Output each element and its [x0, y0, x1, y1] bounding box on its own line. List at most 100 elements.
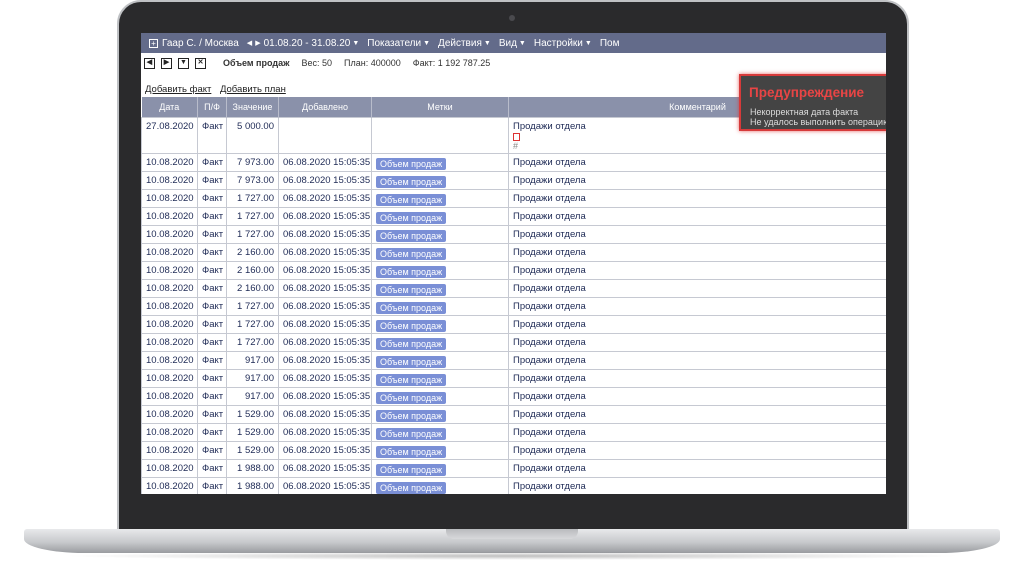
cell-date-text: 10.08.2020 [146, 210, 194, 222]
column-header-value[interactable]: Значение [226, 97, 279, 117]
tag-badge[interactable]: Объем продаж [376, 481, 447, 494]
tag-badge[interactable]: Объем продаж [376, 301, 447, 314]
cell-tags: Объем продаж [371, 170, 509, 190]
table-row[interactable]: 10.08.2020 Факт 1 727.00 06.08.2020 15:05:3… [141, 206, 886, 226]
table-row[interactable]: 10.08.2020 Факт 1 727.00 06.08.2020 15:05:3… [141, 332, 886, 352]
add-plan-link[interactable]: Добавить план [220, 84, 286, 95]
tag-badge[interactable]: Объем продаж [376, 157, 447, 170]
prev-icon[interactable]: ◀ [144, 57, 155, 69]
cell-added: 06.08.2020 15:05:35 [278, 332, 372, 352]
cell-pf-text: Факт [202, 426, 224, 438]
menu-vid[interactable]: Вид ▼ [499, 38, 526, 49]
cell-comment-text: Продажи отдела [513, 444, 586, 456]
tag-badge[interactable]: Объем продаж [376, 283, 447, 296]
hash-icon[interactable]: # [513, 141, 518, 151]
cell-value-text: 2 160.00 [237, 282, 274, 294]
tag-badge[interactable]: Объем продаж [376, 211, 447, 224]
tag-badge[interactable]: Объем продаж [376, 319, 447, 332]
cell-value: 1 529.00 [226, 440, 279, 460]
cell-comment-text: Продажи отдела [513, 426, 586, 438]
cell-comment: Продажи отдела [508, 260, 886, 280]
menu-help[interactable]: Пом [600, 38, 620, 49]
cell-value-text: 1 529.00 [237, 426, 274, 438]
cell-value-text: 2 160.00 [237, 264, 274, 276]
menu-label: Показатели [367, 37, 422, 49]
column-header-pf[interactable]: П/Ф [197, 97, 227, 117]
cell-comment-text: Продажи отдела [513, 264, 586, 276]
cell-tags: Объем продаж [371, 188, 509, 208]
facts-table: Дата П/Ф Значение Добавлено Метки Коммен… [141, 97, 886, 494]
table-row[interactable]: 10.08.2020 Факт 2 160.00 06.08.2020 15:05:3… [141, 278, 886, 298]
cell-pf-text: Факт [202, 336, 224, 348]
cell-comment: Продажи отдела [508, 368, 886, 388]
menu-deistviya[interactable]: Действия ▼ [438, 38, 491, 49]
indicator-toolbar: ◀ ▶ ▼ ✕ Объем продаж Вес: 50 План: 40000… [141, 56, 502, 70]
menu-nastroiki[interactable]: Настройки ▼ [534, 38, 592, 49]
next-icon[interactable]: ▶ [161, 57, 172, 69]
warning-message: Не удалось выполнить операцию [750, 117, 886, 127]
table-row[interactable]: 10.08.2020 Факт 1 727.00 06.08.2020 15:05:3… [141, 224, 886, 244]
tag-badge[interactable]: Объем продаж [376, 445, 447, 458]
arrow-right-icon[interactable]: ▶ [255, 39, 260, 47]
tag-badge[interactable]: Объем продаж [376, 247, 447, 260]
location-menu[interactable]: + Гаар С. / Москва [149, 38, 239, 49]
cell-pf-text: Факт [202, 228, 224, 240]
tag-badge[interactable]: Объем продаж [376, 337, 447, 350]
tag-badge[interactable]: Объем продаж [376, 373, 447, 386]
table-row[interactable]: 10.08.2020 Факт 2 160.00 06.08.2020 15:05:3… [141, 260, 886, 280]
table-row[interactable]: 10.08.2020 Факт 2 160.00 06.08.2020 15:05:3… [141, 242, 886, 262]
table-row[interactable]: 10.08.2020 Факт 7 973.00 06.08.2020 15:05:3… [141, 152, 886, 172]
table-row[interactable]: 10.08.2020 Факт 917.00 06.08.2020 15:05:35 О… [141, 350, 886, 370]
menu-pokazateli[interactable]: Показатели ▼ [367, 38, 430, 49]
tag-badge[interactable]: Объем продаж [376, 265, 447, 278]
document-icon[interactable] [513, 132, 520, 141]
cell-value: 7 973.00 [226, 152, 279, 172]
tag-badge[interactable]: Объем продаж [376, 193, 447, 206]
column-header-date[interactable]: Дата [141, 97, 198, 117]
tag-badge[interactable]: Объем продаж [376, 409, 447, 422]
table-row[interactable]: 10.08.2020 Факт 1 529.00 06.08.2020 15:05:3… [141, 422, 886, 442]
cell-date-text: 10.08.2020 [146, 156, 194, 168]
cell-value-text: 7 973.00 [237, 156, 274, 168]
cell-value: 917.00 [226, 368, 279, 388]
cell-pf: Факт [197, 332, 227, 352]
arrow-left-icon[interactable]: ◀ [247, 39, 252, 47]
cell-added: 06.08.2020 15:05:35 [278, 152, 372, 172]
table-row[interactable]: 10.08.2020 Факт 7 973.00 06.08.2020 15:05:3… [141, 170, 886, 190]
tag-badge[interactable]: Объем продаж [376, 427, 447, 440]
tag-badge[interactable]: Объем продаж [376, 391, 447, 404]
cell-date-text: 10.08.2020 [146, 336, 194, 348]
column-header-added[interactable]: Добавлено [278, 97, 372, 117]
cell-date-text: 10.08.2020 [146, 372, 194, 384]
table-row[interactable]: 10.08.2020 Факт 917.00 06.08.2020 15:05:35 О… [141, 368, 886, 388]
cell-pf: Факт [197, 440, 227, 460]
tag-badge[interactable]: Объем продаж [376, 355, 447, 368]
table-row[interactable]: 10.08.2020 Факт 917.00 06.08.2020 15:05:35 О… [141, 386, 886, 406]
expand-icon[interactable]: ▼ [178, 57, 189, 69]
tag-badge[interactable]: Объем продаж [376, 229, 447, 242]
close-icon[interactable]: ✕ [195, 57, 206, 69]
warning-popup: Предупреждение ✖ Некорректная дата факта… [739, 74, 886, 131]
cell-date-text: 10.08.2020 [146, 282, 194, 294]
cell-comment-text: Продажи отдела [513, 336, 586, 348]
add-fact-link[interactable]: Добавить факт [145, 84, 211, 95]
tag-badge[interactable]: Объем продаж [376, 463, 447, 476]
table-row[interactable]: 10.08.2020 Факт 1 529.00 06.08.2020 15:05:3… [141, 440, 886, 460]
date-range-selector[interactable]: ◀ ▶ 01.08.20 - 31.08.20 ▼ [247, 38, 359, 49]
cell-comment-text: Продажи отдела [513, 282, 586, 294]
table-row[interactable]: 10.08.2020 Факт 1 988.00 06.08.2020 15:05:3… [141, 476, 886, 494]
cell-date: 10.08.2020 [141, 278, 198, 298]
table-row[interactable]: 10.08.2020 Факт 1 727.00 06.08.2020 15:05:3… [141, 188, 886, 208]
cell-value: 917.00 [226, 350, 279, 370]
cell-comment-text: Продажи отдела [513, 300, 586, 312]
column-header-tags[interactable]: Метки [371, 97, 509, 117]
table-row[interactable]: 10.08.2020 Факт 1 727.00 06.08.2020 15:05:3… [141, 314, 886, 334]
table-row[interactable]: 10.08.2020 Факт 1 529.00 06.08.2020 15:05:3… [141, 404, 886, 424]
cell-pf-text: Факт [202, 174, 224, 186]
laptop-notch [446, 529, 578, 539]
table-row[interactable]: 10.08.2020 Факт 1 988.00 06.08.2020 15:05:3… [141, 458, 886, 478]
table-row[interactable]: 10.08.2020 Факт 1 727.00 06.08.2020 15:05:3… [141, 296, 886, 316]
cell-tags: Объем продаж [371, 368, 509, 388]
cell-value-text: 1 988.00 [237, 462, 274, 474]
tag-badge[interactable]: Объем продаж [376, 175, 447, 188]
